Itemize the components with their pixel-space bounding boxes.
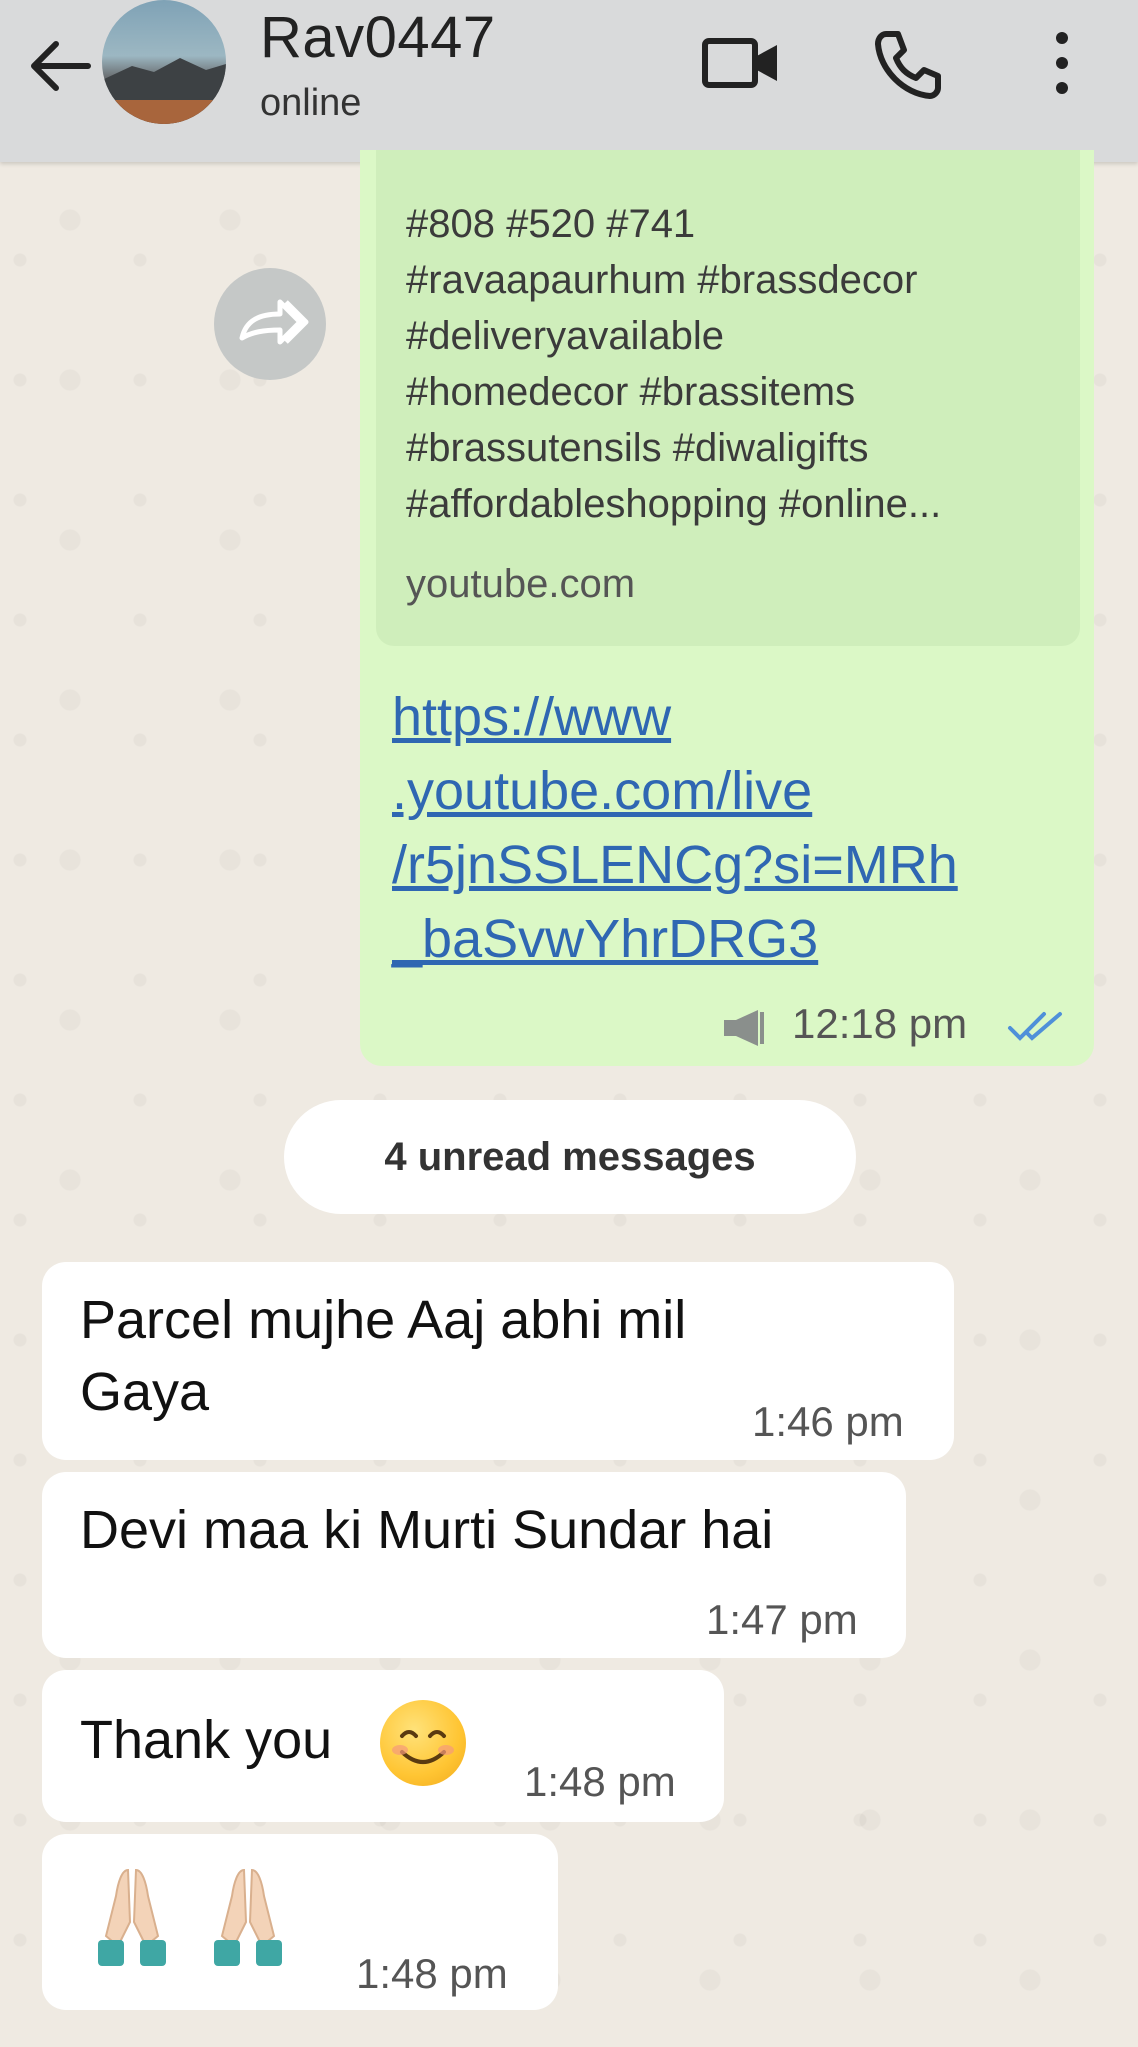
folded-hands-emoji — [98, 1868, 166, 1966]
forward-button[interactable] — [214, 268, 326, 380]
message-text: Thank you — [80, 1710, 333, 1770]
message-link[interactable]: https://www .youtube.com/live /r5jnSSLEN… — [392, 680, 1072, 976]
message-timestamp: 1:48 pm — [524, 1758, 676, 1805]
contact-status: online — [260, 82, 362, 124]
message-timestamp: 1:48 pm — [356, 1950, 508, 1997]
back-arrow-icon[interactable] — [26, 36, 92, 96]
video-call-icon[interactable] — [700, 28, 782, 98]
more-options-icon[interactable] — [1044, 28, 1080, 98]
message-text: Parcel mujhe Aaj abhi mil Gaya — [80, 1290, 687, 1422]
chat-header: Rav0447 online — [0, 0, 1138, 162]
smiling-face-emoji — [380, 1700, 466, 1786]
message-timestamp: 1:47 pm — [706, 1596, 858, 1643]
message-timestamp: 12:18 pm — [792, 1000, 968, 1047]
folded-hands-emoji — [214, 1868, 282, 1966]
message-timestamp: 1:46 pm — [752, 1398, 904, 1445]
link-preview-description: #808 #520 #741 #ravaapaurhum #brassdecor… — [406, 202, 942, 526]
contact-avatar[interactable] — [102, 0, 226, 124]
forward-icon — [239, 299, 309, 345]
phone-call-icon[interactable] — [872, 28, 944, 100]
speaker-icon — [724, 1010, 764, 1046]
contact-name[interactable]: Rav0447 — [260, 4, 496, 71]
link-preview-domain: youtube.com — [406, 562, 636, 606]
read-receipt-icon — [1008, 1012, 1062, 1041]
message-text: Devi maa ki Murti Sundar hai — [80, 1500, 774, 1560]
unread-messages-divider: 4 unread messages — [284, 1100, 856, 1214]
